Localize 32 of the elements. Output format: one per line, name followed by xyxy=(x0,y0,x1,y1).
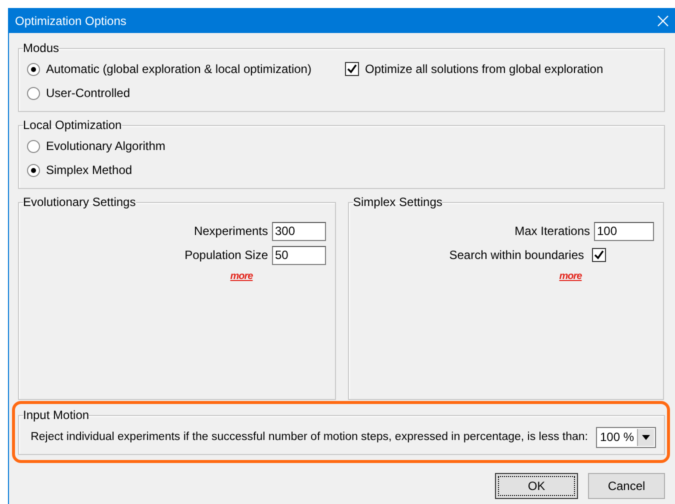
checkbox[interactable] xyxy=(592,248,606,262)
group-title: Simplex Settings xyxy=(353,195,442,209)
radio-button[interactable] xyxy=(27,62,40,76)
cancel-button[interactable]: Cancel xyxy=(588,473,665,499)
radio-button[interactable] xyxy=(27,86,40,100)
checkbox[interactable] xyxy=(345,62,359,76)
radio-button[interactable] xyxy=(27,164,40,176)
field-label: Reject individual experiments if the successful number of motion steps, expressed in percentage, is less than: xyxy=(30,431,588,443)
group-title: Modus xyxy=(23,41,60,55)
percentage-dropdown[interactable]: 100 % xyxy=(596,426,656,448)
more-link[interactable]: more xyxy=(230,271,253,282)
radio-label: Simplex Method xyxy=(46,163,132,177)
input-field[interactable]: 100 xyxy=(594,222,654,240)
group-title: Input Motion xyxy=(23,408,90,422)
input-field[interactable]: 300 xyxy=(272,222,326,240)
radio-button[interactable] xyxy=(27,140,40,152)
ok-button[interactable]: OK xyxy=(495,473,578,499)
radio-label: Automatic (global exploration & local optimization) xyxy=(46,62,312,76)
group-title: Evolutionary Settings xyxy=(23,195,136,209)
close-icon xyxy=(657,14,669,26)
checkbox-label: Optimize all solutions from global exploration xyxy=(365,62,604,76)
field-label: Max Iterations xyxy=(514,224,590,238)
close-button[interactable] xyxy=(655,12,671,28)
input-field[interactable]: 50 xyxy=(272,246,326,264)
group-title: Local Optimization xyxy=(23,118,122,132)
window-title: Optimization Options xyxy=(15,14,126,28)
checkbox-label: Search within boundaries xyxy=(449,248,584,262)
radio-label: User-Controlled xyxy=(46,86,130,100)
field-label: Population Size xyxy=(184,248,268,262)
field-label: Nexperiments xyxy=(194,224,268,238)
more-link[interactable]: more xyxy=(559,271,582,282)
radio-label: Evolutionary Algorithm xyxy=(46,139,166,153)
